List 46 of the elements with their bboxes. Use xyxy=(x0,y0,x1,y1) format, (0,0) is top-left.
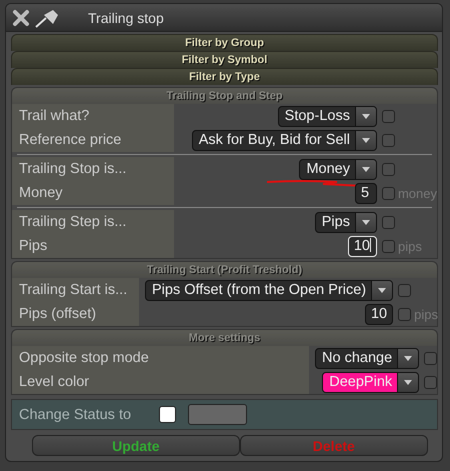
number-field[interactable]: 10 xyxy=(348,236,377,256)
filter-header[interactable]: Filter by Symbol xyxy=(11,51,438,68)
field-label: Trail what? xyxy=(12,104,174,128)
field-label: Opposite stop mode xyxy=(12,346,309,370)
field-label: Money xyxy=(12,181,174,205)
field-label: Trailing Start is... xyxy=(12,278,139,302)
window-title: Trailing stop xyxy=(88,10,164,26)
pin-icon[interactable] xyxy=(34,8,60,28)
status-field[interactable] xyxy=(188,404,247,425)
field-label: Pips (offset) xyxy=(12,302,139,326)
field-label: Reference price xyxy=(12,128,174,152)
checkbox[interactable] xyxy=(159,406,176,423)
dropdown[interactable]: No change xyxy=(315,348,420,368)
caret-icon xyxy=(362,166,370,172)
caret-icon xyxy=(378,288,386,292)
number-field[interactable]: 5 xyxy=(354,182,377,204)
close-icon[interactable] xyxy=(12,8,30,26)
field-label: Trailing Step is... xyxy=(12,210,174,234)
status-label: Change Status to xyxy=(19,406,132,422)
caret-icon xyxy=(404,380,412,384)
filter-header[interactable]: Filter by Type xyxy=(11,68,438,85)
field-label: Level color xyxy=(12,370,309,394)
caret-icon xyxy=(362,138,370,142)
caret-icon xyxy=(362,114,370,118)
dropdown[interactable]: Pips xyxy=(314,212,377,232)
unit-label: pips xyxy=(414,306,438,322)
checkbox[interactable] xyxy=(398,308,412,320)
filter-header[interactable]: Filter by Group xyxy=(11,34,438,51)
dropdown[interactable]: Pips Offset (from the Open Price) xyxy=(145,280,394,300)
checkbox[interactable] xyxy=(382,216,395,228)
field-label: Pips xyxy=(12,234,174,258)
checkbox[interactable] xyxy=(424,352,438,364)
caret-icon xyxy=(404,356,412,360)
checkbox[interactable] xyxy=(398,284,412,296)
checkbox[interactable] xyxy=(382,240,395,252)
caret-icon xyxy=(362,220,370,224)
dropdown[interactable]: Money xyxy=(299,158,377,180)
number-field[interactable]: 10 xyxy=(364,304,394,324)
checkbox[interactable] xyxy=(424,376,438,388)
dropdown[interactable]: Ask for Buy, Bid for Sell xyxy=(192,130,377,150)
checkbox[interactable] xyxy=(382,134,395,146)
field-label: Trailing Stop is... xyxy=(12,157,174,181)
checkbox[interactable] xyxy=(382,162,395,176)
checkbox[interactable] xyxy=(382,110,395,122)
checkbox[interactable] xyxy=(382,186,395,200)
dropdown[interactable]: Stop-Loss xyxy=(278,106,377,126)
